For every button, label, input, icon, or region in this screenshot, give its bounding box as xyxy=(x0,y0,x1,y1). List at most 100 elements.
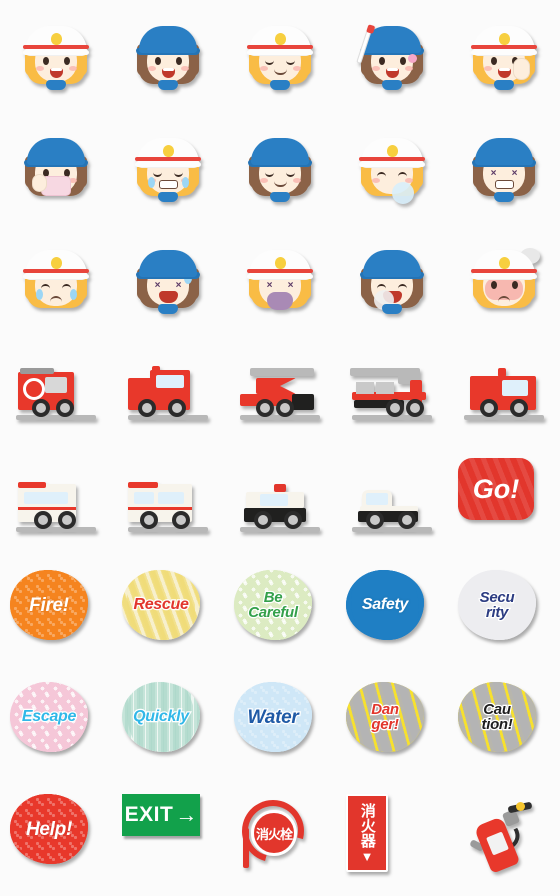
cap-girl-blushing[interactable] xyxy=(234,122,326,214)
firefighter-girl-sleeping[interactable] xyxy=(346,122,438,214)
fire-extinguisher-sign[interactable]: 消火器 ▼ xyxy=(346,794,438,886)
sticker-cell[interactable]: × × xyxy=(112,224,224,336)
sticker-cell[interactable] xyxy=(448,784,560,896)
sticker-cell[interactable] xyxy=(336,336,448,448)
badge-go[interactable]: Go! xyxy=(458,458,550,550)
badge-go[interactable]: Go! xyxy=(458,458,534,520)
badge-help[interactable]: Help! xyxy=(10,794,88,864)
badge-fire[interactable]: Fire! xyxy=(10,570,88,640)
sticker-cell[interactable]: EXIT → xyxy=(112,784,224,896)
sticker-cell[interactable]: Help! xyxy=(0,784,112,896)
fire-truck-aerial-ladder[interactable] xyxy=(346,346,438,438)
sticker-cell[interactable] xyxy=(224,448,336,560)
sticker-cell[interactable] xyxy=(336,224,448,336)
sticker-cell[interactable] xyxy=(0,336,112,448)
sticker-cell[interactable] xyxy=(336,0,448,112)
cap-girl-gritting-teeth[interactable]: × × xyxy=(458,122,550,214)
sticker-cell[interactable]: Be Careful xyxy=(224,560,336,672)
cap-girl-with-mask[interactable] xyxy=(10,122,102,214)
sticker-cell[interactable]: Rescue xyxy=(112,560,224,672)
exit-sign[interactable]: EXIT → xyxy=(122,794,214,886)
firefighter-girl-sick[interactable]: × × xyxy=(234,234,326,326)
badge-security[interactable]: Secu rity xyxy=(458,570,550,662)
cap-girl-with-baton[interactable] xyxy=(346,10,438,102)
cap-girl-yawning[interactable] xyxy=(346,234,438,326)
sticker-cell[interactable] xyxy=(224,112,336,224)
badge-caution[interactable]: Cau tion! xyxy=(458,682,536,752)
sticker-cell[interactable]: Escape xyxy=(0,672,112,784)
badge-safety[interactable]: Safety xyxy=(346,570,438,662)
pickup-truck[interactable] xyxy=(346,458,438,550)
badge-rescue[interactable]: Rescue xyxy=(122,570,200,640)
fire-extinguisher-sign[interactable]: 消火器 ▼ xyxy=(346,794,388,872)
fire-engine-front[interactable] xyxy=(458,346,550,438)
badge-escape[interactable]: Escape xyxy=(10,682,102,774)
sticker-cell[interactable] xyxy=(0,0,112,112)
fire-truck-snorkel[interactable] xyxy=(234,346,326,438)
sticker-cell[interactable] xyxy=(112,0,224,112)
sticker-cell[interactable]: × × xyxy=(448,112,560,224)
badge-quickly[interactable]: Quickly xyxy=(122,682,214,774)
cap-girl-distressed[interactable]: × × xyxy=(122,234,214,326)
sticker-cell[interactable]: Dan ger! xyxy=(336,672,448,784)
sticker-cell[interactable] xyxy=(448,224,560,336)
ambulance-rear[interactable] xyxy=(10,458,102,550)
sticker-cell[interactable] xyxy=(224,0,336,112)
badge-security[interactable]: Secu rity xyxy=(458,570,536,640)
badge-fire[interactable]: Fire! xyxy=(10,570,102,662)
badge-be-careful[interactable]: Be Careful xyxy=(234,570,312,640)
badge-quickly[interactable]: Quickly xyxy=(122,682,200,752)
firefighter-girl-smiling[interactable] xyxy=(10,10,102,102)
sticker-cell[interactable] xyxy=(112,112,224,224)
badge-escape[interactable]: Escape xyxy=(10,682,88,752)
police-car[interactable] xyxy=(234,458,326,550)
sticker-cell[interactable] xyxy=(0,224,112,336)
badge-caution[interactable]: Cau tion! xyxy=(458,682,550,774)
badge-water[interactable]: Water xyxy=(234,682,326,774)
fire-extinguisher[interactable] xyxy=(458,794,544,880)
extinguisher-label: 消火器 xyxy=(358,803,377,848)
sticker-cell[interactable]: Quickly xyxy=(112,672,224,784)
sticker-cell[interactable] xyxy=(0,112,112,224)
badge-danger[interactable]: Dan ger! xyxy=(346,682,438,774)
sticker-cell[interactable] xyxy=(336,448,448,560)
cap-girl-smiling[interactable] xyxy=(122,10,214,102)
firefighter-girl-laughing-tears[interactable] xyxy=(122,122,214,214)
sticker-cell[interactable]: Safety xyxy=(336,560,448,672)
sign-disc: 消火栓 xyxy=(251,810,297,856)
firefighter-girl-happy-eyes[interactable] xyxy=(234,10,326,102)
badge-be-careful[interactable]: Be Careful xyxy=(234,570,326,662)
sticker-cell[interactable]: Fire! xyxy=(0,560,112,672)
sticker-cell[interactable]: 消火器 ▼ xyxy=(336,784,448,896)
sticker-cell[interactable]: Go! xyxy=(448,448,560,560)
fire-hydrant-sign[interactable]: 消火栓 xyxy=(230,788,316,874)
badge-danger[interactable]: Dan ger! xyxy=(346,682,424,752)
firefighter-girl-angry[interactable] xyxy=(458,234,550,326)
sticker-cell[interactable] xyxy=(112,448,224,560)
sticker-cell[interactable]: 消火栓 xyxy=(224,784,336,896)
badge-water[interactable]: Water xyxy=(234,682,312,752)
exit-sign[interactable]: EXIT → xyxy=(122,794,200,836)
fire-extinguisher[interactable] xyxy=(458,794,550,886)
firefighter-girl-crying[interactable] xyxy=(10,234,102,326)
fire-engine-side[interactable] xyxy=(122,346,214,438)
ambulance-side[interactable] xyxy=(122,458,214,550)
sticker-cell[interactable] xyxy=(224,336,336,448)
mouth xyxy=(50,296,62,302)
sticker-cell[interactable] xyxy=(448,336,560,448)
fire-hydrant-sign[interactable]: 消火栓 xyxy=(230,788,326,886)
blush-right xyxy=(293,66,301,71)
sticker-cell[interactable] xyxy=(0,448,112,560)
badge-rescue[interactable]: Rescue xyxy=(122,570,214,662)
sticker-cell[interactable]: Secu rity xyxy=(448,560,560,672)
sticker-cell[interactable]: Water xyxy=(224,672,336,784)
sticker-cell[interactable] xyxy=(336,112,448,224)
sticker-cell[interactable]: × × xyxy=(224,224,336,336)
badge-safety[interactable]: Safety xyxy=(346,570,424,640)
firefighter-girl-pointing-up[interactable] xyxy=(458,10,550,102)
sticker-cell[interactable] xyxy=(112,336,224,448)
fire-engine-rear-hose[interactable] xyxy=(10,346,102,438)
sticker-cell[interactable]: Cau tion! xyxy=(448,672,560,784)
badge-help[interactable]: Help! xyxy=(10,794,102,886)
sticker-cell[interactable] xyxy=(448,0,560,112)
